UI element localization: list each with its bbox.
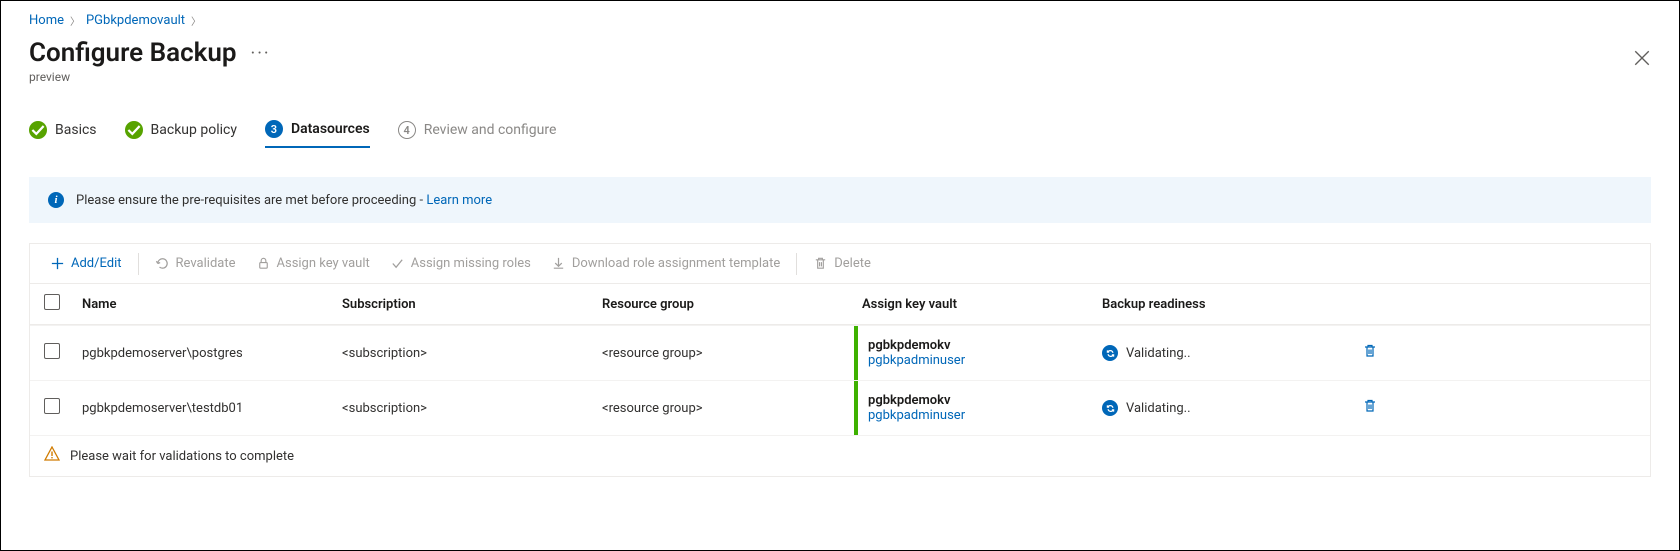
cell-subscription: <subscription> bbox=[334, 334, 594, 373]
table-toolbar: Add/Edit Revalidate Assign key vault Ass… bbox=[30, 244, 1650, 284]
close-button[interactable] bbox=[1633, 49, 1651, 71]
datasources-table: Add/Edit Revalidate Assign key vault Ass… bbox=[29, 243, 1651, 477]
row-checkbox[interactable] bbox=[44, 398, 60, 414]
key-vault-secret-link[interactable]: pgbkpadminuser bbox=[868, 408, 1086, 423]
step-review[interactable]: 4 Review and configure bbox=[398, 121, 557, 147]
sync-icon bbox=[1102, 400, 1118, 416]
key-vault-name: pgbkpdemokv bbox=[868, 393, 1086, 408]
validation-message: Please wait for validations to complete bbox=[70, 449, 294, 464]
breadcrumb: Home 〉 PGbkpdemovault 〉 bbox=[29, 11, 1651, 28]
col-subscription: Subscription bbox=[334, 287, 594, 322]
check-icon bbox=[29, 121, 47, 139]
step-label: Datasources bbox=[291, 121, 370, 137]
warning-icon bbox=[44, 446, 60, 466]
separator bbox=[138, 253, 139, 275]
plus-icon bbox=[50, 256, 65, 271]
check-icon bbox=[125, 121, 143, 139]
table-row: pgbkpdemoserver\postgres <subscription> … bbox=[30, 325, 1650, 380]
assign-key-vault-button[interactable]: Assign key vault bbox=[246, 252, 380, 275]
row-delete-button[interactable] bbox=[1354, 331, 1414, 375]
sync-icon bbox=[1102, 345, 1118, 361]
step-backup-policy[interactable]: Backup policy bbox=[125, 121, 237, 147]
cell-resource-group: <resource group> bbox=[594, 389, 854, 428]
info-text: Please ensure the pre-requisites are met… bbox=[76, 193, 426, 208]
col-readiness: Backup readiness bbox=[1094, 287, 1354, 322]
refresh-icon bbox=[155, 256, 170, 271]
check-icon bbox=[390, 256, 405, 271]
separator bbox=[796, 253, 797, 275]
step-number: 3 bbox=[265, 120, 283, 138]
trash-icon bbox=[1362, 343, 1378, 359]
step-datasources[interactable]: 3 Datasources bbox=[265, 120, 370, 148]
add-edit-button[interactable]: Add/Edit bbox=[40, 252, 132, 275]
cell-name: pgbkpdemoserver\testdb01 bbox=[74, 389, 334, 428]
readiness-status: Validating.. bbox=[1126, 401, 1191, 416]
cell-key-vault: pgbkpdemokv pgbkpadminuser bbox=[854, 381, 1094, 435]
trash-icon bbox=[813, 256, 828, 271]
chevron-right-icon: 〉 bbox=[191, 13, 201, 28]
step-basics[interactable]: Basics bbox=[29, 121, 97, 147]
lock-icon bbox=[256, 256, 271, 271]
key-vault-name: pgbkpdemokv bbox=[868, 338, 1086, 353]
revalidate-button[interactable]: Revalidate bbox=[145, 252, 246, 275]
cell-readiness: Validating.. bbox=[1094, 388, 1354, 428]
table-row: pgbkpdemoserver\testdb01 <subscription> … bbox=[30, 380, 1650, 435]
more-icon[interactable]: ··· bbox=[251, 43, 271, 64]
col-name: Name bbox=[74, 287, 334, 322]
page-title: Configure Backup bbox=[29, 38, 237, 68]
info-icon: i bbox=[48, 192, 64, 208]
cell-readiness: Validating.. bbox=[1094, 333, 1354, 373]
download-template-button[interactable]: Download role assignment template bbox=[541, 252, 790, 275]
page-subtitle: preview bbox=[29, 70, 1651, 84]
row-checkbox[interactable] bbox=[44, 343, 60, 359]
step-label: Review and configure bbox=[424, 122, 557, 138]
col-resource-group: Resource group bbox=[594, 287, 854, 322]
trash-icon bbox=[1362, 398, 1378, 414]
select-all-checkbox[interactable] bbox=[44, 294, 60, 310]
col-key-vault: Assign key vault bbox=[854, 287, 1094, 322]
breadcrumb-home[interactable]: Home bbox=[29, 13, 64, 28]
table-header: Name Subscription Resource group Assign … bbox=[30, 284, 1650, 325]
download-icon bbox=[551, 256, 566, 271]
step-label: Basics bbox=[55, 122, 97, 138]
validation-footer: Please wait for validations to complete bbox=[30, 435, 1650, 476]
breadcrumb-vault[interactable]: PGbkpdemovault bbox=[86, 13, 185, 28]
cell-name: pgbkpdemoserver\postgres bbox=[74, 334, 334, 373]
step-number: 4 bbox=[398, 121, 416, 139]
chevron-right-icon: 〉 bbox=[70, 13, 80, 28]
readiness-status: Validating.. bbox=[1126, 346, 1191, 361]
delete-button[interactable]: Delete bbox=[803, 252, 881, 275]
cell-subscription: <subscription> bbox=[334, 389, 594, 428]
cell-resource-group: <resource group> bbox=[594, 334, 854, 373]
stepper: Basics Backup policy 3 Datasources 4 Rev… bbox=[29, 120, 1651, 149]
learn-more-link[interactable]: Learn more bbox=[426, 193, 492, 208]
assign-missing-roles-button[interactable]: Assign missing roles bbox=[380, 252, 541, 275]
row-delete-button[interactable] bbox=[1354, 386, 1414, 430]
info-bar: i Please ensure the pre-requisites are m… bbox=[29, 177, 1651, 223]
step-label: Backup policy bbox=[151, 122, 237, 138]
close-icon bbox=[1633, 49, 1651, 67]
cell-key-vault: pgbkpdemokv pgbkpadminuser bbox=[854, 326, 1094, 380]
key-vault-secret-link[interactable]: pgbkpadminuser bbox=[868, 353, 1086, 368]
